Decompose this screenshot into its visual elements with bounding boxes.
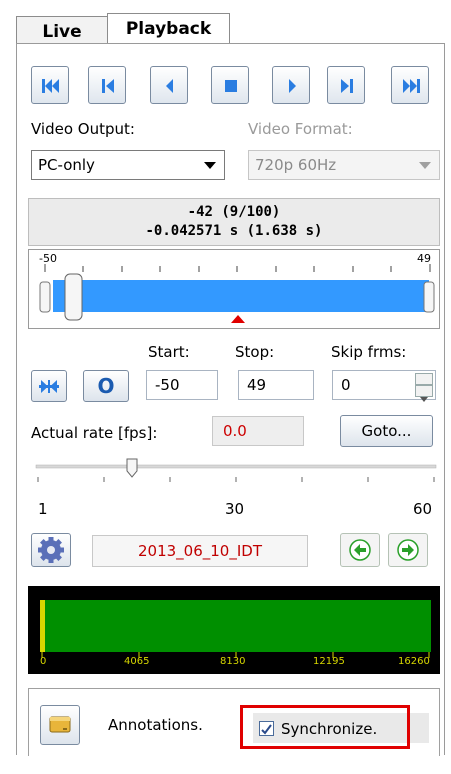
stop-label: Stop: [235, 343, 275, 361]
previous-recording-button[interactable] [340, 533, 380, 567]
skip-to-end-icon [403, 79, 420, 93]
frame-time-text: -0.042571 s (1.638 s) [145, 223, 323, 239]
goto-button[interactable]: Goto... [340, 415, 433, 447]
actual-rate-label: Actual rate [fps]: [31, 424, 158, 442]
stop-icon [225, 80, 237, 92]
video-format-select: 720p 60Hz [248, 150, 440, 180]
timeline-tick-3: 12195 [313, 656, 345, 667]
goto-button-label: Goto... [361, 422, 412, 440]
skip-to-start-icon [42, 79, 59, 93]
video-output-label: Video Output: [31, 120, 135, 138]
o-button[interactable]: O [83, 370, 129, 402]
annotations-button[interactable] [40, 705, 80, 745]
annotations-label: Annotations. [108, 716, 203, 734]
timeline-tick-1: 4065 [124, 656, 150, 667]
checkmark-icon [261, 724, 272, 735]
timeline-tick-0: 0 [40, 656, 47, 667]
stepper-down-button[interactable] [415, 385, 433, 402]
stop-input[interactable]: 49 [238, 370, 314, 400]
set-range-button[interactable] [31, 370, 67, 402]
stop-button[interactable] [211, 66, 249, 104]
timeline-tick-2: 8130 [220, 656, 246, 667]
recording-name-field: 2013_06_10_IDT [92, 535, 308, 567]
play-icon [289, 79, 296, 93]
stop-value: 49 [247, 376, 267, 394]
tab-playback-label: Playback [125, 19, 212, 39]
video-format-label: Video Format: [248, 120, 353, 138]
video-output-value: PC-only [38, 156, 95, 174]
start-input[interactable]: -50 [146, 370, 218, 400]
skip-frames-stepper[interactable]: 0 [332, 370, 436, 402]
actual-rate-value: 0.0 [212, 416, 304, 446]
next-recording-button[interactable] [388, 533, 428, 567]
skip-to-start-button[interactable] [31, 66, 69, 104]
arrow-right-circle-icon [397, 539, 419, 561]
skip-frames-label: Skip frms: [331, 343, 407, 361]
rate-min-label: 1 [38, 500, 48, 518]
arrows-in-icon [39, 380, 59, 393]
gear-icon [38, 537, 64, 563]
frame-index-text: -42 (9/100) [187, 204, 281, 220]
rate-mid-label: 30 [225, 500, 245, 518]
chevron-down-icon [204, 162, 216, 169]
video-format-value: 720p 60Hz [255, 156, 337, 174]
next-frame-icon [341, 79, 353, 93]
rate-slider[interactable] [28, 455, 440, 495]
range-slider[interactable]: -50 49 [28, 249, 440, 329]
rate-slider-graphic [35, 458, 437, 482]
synchronize-checkbox[interactable] [259, 721, 274, 736]
tab-playback[interactable]: Playback [107, 13, 230, 43]
start-label: Start: [148, 343, 190, 361]
video-output-select[interactable]: PC-only [31, 150, 225, 180]
frame-info-box: -42 (9/100) -0.042571 s (1.638 s) [28, 198, 440, 246]
range-slider-graphic [39, 264, 435, 323]
skip-frames-value: 0 [341, 376, 351, 394]
tab-live-label: Live [42, 22, 82, 42]
chevron-down-icon [419, 162, 431, 169]
o-button-label: O [97, 374, 115, 398]
previous-frame-icon [102, 79, 114, 93]
settings-button[interactable] [31, 533, 71, 567]
note-icon [49, 716, 71, 733]
play-reverse-icon [166, 79, 173, 93]
tab-live[interactable]: Live [16, 16, 108, 44]
timeline-tick-4: 16260 [398, 656, 430, 667]
next-frame-button[interactable] [327, 66, 365, 104]
arrow-left-circle-icon [349, 539, 371, 561]
timeline-bar[interactable]: 0 4065 8130 12195 16260 [28, 586, 440, 674]
play-reverse-button[interactable] [150, 66, 188, 104]
chevron-down-icon [420, 397, 428, 402]
stepper-up-button[interactable] [415, 373, 433, 391]
range-max-label: 49 [417, 252, 431, 265]
range-min-label: -50 [39, 252, 57, 265]
skip-to-end-button[interactable] [391, 66, 429, 104]
rate-max-label: 60 [413, 500, 433, 518]
synchronize-label: Synchronize. [281, 720, 378, 738]
start-value: -50 [155, 376, 180, 394]
previous-frame-button[interactable] [88, 66, 126, 104]
play-button[interactable] [272, 66, 310, 104]
